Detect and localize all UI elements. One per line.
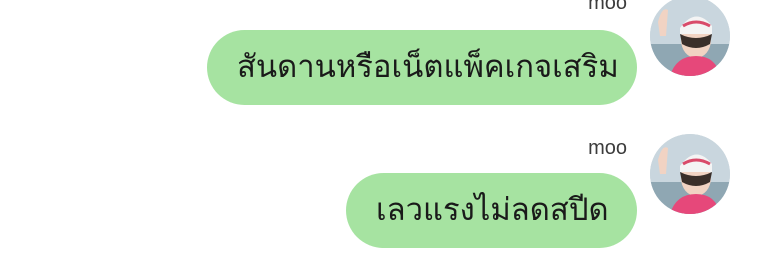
sender-name: moo [588, 0, 627, 14]
message-text: เลวแรงไม่ลดสปีด [376, 192, 609, 228]
message-bubble[interactable]: เลวแรงไม่ลดสปีด [346, 173, 637, 248]
chat-thread: moo สันดานหรือเน็ตแพ็คเกจเสริม moo เลวแร… [0, 0, 758, 253]
message-text: สันดานหรือเน็ตแพ็คเกจเสริม [237, 49, 619, 85]
sender-name: moo [588, 137, 627, 159]
user-avatar-icon[interactable] [650, 134, 730, 214]
message-bubble[interactable]: สันดานหรือเน็ตแพ็คเกจเสริม [207, 30, 637, 105]
user-avatar-icon[interactable] [650, 0, 730, 76]
